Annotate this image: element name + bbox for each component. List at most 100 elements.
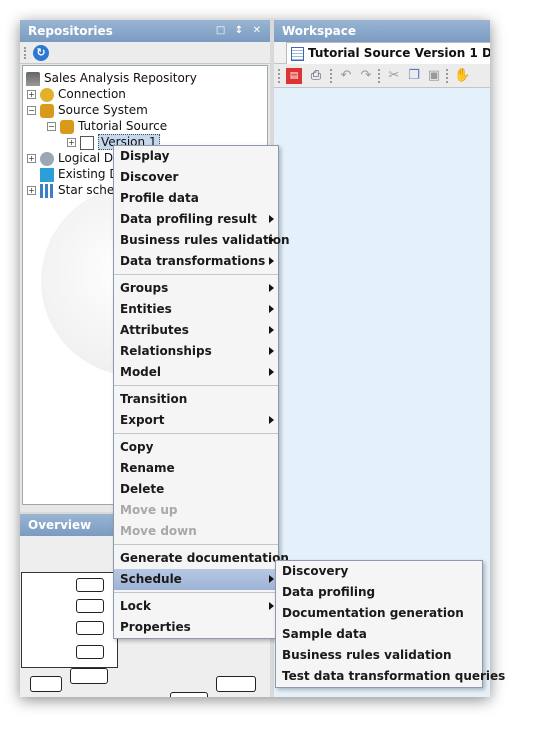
refresh-icon[interactable]: ↻ xyxy=(33,45,49,61)
menu-item-generate-documentation[interactable]: Generate documentation xyxy=(114,548,289,569)
tree-item-source-system[interactable]: − Source System xyxy=(27,102,148,118)
workspace-header: Workspace xyxy=(274,20,490,42)
print-icon[interactable]: ⎙ xyxy=(308,68,324,84)
overview-viewport-frame[interactable] xyxy=(21,572,118,668)
tree-item-star-schema[interactable]: + Star sche xyxy=(27,182,114,198)
workspace-tabbar: Tutorial Source Version 1 Di xyxy=(274,42,490,64)
bank-icon xyxy=(26,71,40,86)
menu-item-label: Discovery xyxy=(282,564,349,578)
menu-item-relationships[interactable]: Relationships xyxy=(114,341,278,362)
expand-icon[interactable]: + xyxy=(67,138,76,147)
menu-item-label: Data profiling xyxy=(282,585,376,599)
source-system-icon xyxy=(40,103,54,118)
logical-icon xyxy=(40,151,54,166)
submenu-arrow-icon xyxy=(269,602,274,610)
menu-item-properties[interactable]: Properties xyxy=(114,617,278,638)
workspace-toolbar: ▤ ⎙ ↶ ↷ ✂ ❐ ▣ ✋ xyxy=(274,64,490,88)
menu-item-schedule[interactable]: Schedule xyxy=(114,569,278,590)
toolbar-grip[interactable] xyxy=(24,47,26,59)
menu-item-display[interactable]: Display xyxy=(114,146,278,167)
tree-item-label: Existing D xyxy=(58,167,119,181)
tree-item-tutorial-source[interactable]: − Tutorial Source xyxy=(47,118,167,134)
hand-icon[interactable]: ✋ xyxy=(454,68,470,84)
menu-item-label: Display xyxy=(120,149,170,163)
menu-item-move-down: Move down xyxy=(114,521,278,542)
tree-item-label: Star sche xyxy=(58,183,115,197)
panel-window-buttons[interactable]: □ ↕ ✕ xyxy=(216,20,264,42)
menu-item-attributes[interactable]: Attributes xyxy=(114,320,278,341)
submenu-arrow-icon xyxy=(269,257,274,265)
tree-item-connection[interactable]: + Connection xyxy=(27,86,126,102)
menu-item-label: Entities xyxy=(120,302,172,316)
repositories-header: Repositories □ ↕ ✕ xyxy=(20,20,270,42)
menu-item-discovery[interactable]: Discovery xyxy=(276,561,482,582)
diagram-box xyxy=(76,599,104,613)
menu-item-label: Properties xyxy=(120,620,191,634)
menu-item-label: Relationships xyxy=(120,344,212,358)
copy-icon[interactable]: ❐ xyxy=(406,68,422,84)
menu-item-label: Copy xyxy=(120,440,154,454)
menu-item-profile-data[interactable]: Profile data xyxy=(114,188,278,209)
collapse-icon[interactable]: − xyxy=(47,122,56,131)
submenu-arrow-icon xyxy=(269,284,274,292)
menu-item-business-rules-validation[interactable]: Business rules validation xyxy=(114,230,290,251)
tree-item-existing[interactable]: Existing D xyxy=(40,166,119,182)
menu-item-label: Lock xyxy=(120,599,151,613)
cut-icon[interactable]: ✂ xyxy=(386,68,402,84)
submenu-arrow-icon xyxy=(269,215,274,223)
star-schema-icon xyxy=(40,183,54,198)
expand-icon[interactable]: + xyxy=(27,90,36,99)
tree-item-repository[interactable]: Sales Analysis Repository xyxy=(26,70,197,86)
schedule-submenu: Discovery Data profiling Documentation gen… xyxy=(275,560,505,688)
menu-item-label: Business rules validation xyxy=(282,648,452,662)
menu-item-label: Model xyxy=(120,365,162,379)
pdf-export-icon[interactable]: ▤ xyxy=(286,68,302,84)
menu-item-data-profiling[interactable]: Data profiling xyxy=(276,582,482,603)
expand-icon[interactable]: + xyxy=(27,186,36,195)
version-icon xyxy=(80,135,94,150)
diagram-box xyxy=(76,621,104,635)
menu-item-label: Data profiling result xyxy=(120,212,257,226)
menu-item-label: Move up xyxy=(120,503,178,517)
submenu-arrow-icon xyxy=(269,326,274,334)
menu-item-documentation-generation[interactable]: Documentation generation xyxy=(276,603,482,624)
undo-icon[interactable]: ↶ xyxy=(338,68,354,84)
menu-item-label: Documentation generation xyxy=(282,606,464,620)
tab-tutorial-source-diagram[interactable]: Tutorial Source Version 1 Di xyxy=(286,42,490,64)
menu-item-sample-data[interactable]: Sample data xyxy=(276,624,482,645)
submenu-arrow-icon xyxy=(269,347,274,355)
tab-label: Tutorial Source Version 1 Di xyxy=(308,46,490,60)
menu-item-test-data-transformation-queries[interactable]: Test data transformation queries xyxy=(276,666,505,687)
toolbar-grip xyxy=(278,69,280,83)
menu-item-label: Groups xyxy=(120,281,169,295)
menu-item-groups[interactable]: Groups xyxy=(114,278,278,299)
paste-icon[interactable]: ▣ xyxy=(426,68,442,84)
context-menu: Display Discover Profile data Data profilin… xyxy=(113,145,290,639)
menu-item-rename[interactable]: Rename xyxy=(114,458,278,479)
submenu-arrow-icon xyxy=(269,575,274,583)
menu-item-business-rules-validation[interactable]: Business rules validation xyxy=(276,645,482,666)
menu-item-entities[interactable]: Entities xyxy=(114,299,278,320)
connection-icon xyxy=(40,87,54,102)
menu-item-lock[interactable]: Lock xyxy=(114,596,278,617)
tree-item-label: Connection xyxy=(58,87,126,101)
collapse-icon[interactable]: − xyxy=(27,106,36,115)
repositories-title: Repositories xyxy=(28,24,113,38)
menu-item-copy[interactable]: Copy xyxy=(114,437,278,458)
toolbar-separator xyxy=(378,69,380,83)
menu-item-label: Generate documentation xyxy=(120,551,289,565)
repositories-toolbar: ↻ xyxy=(20,42,270,64)
menu-item-discover[interactable]: Discover xyxy=(114,167,278,188)
tree-item-logical[interactable]: + Logical D xyxy=(27,150,113,166)
expand-icon[interactable]: + xyxy=(27,154,36,163)
menu-item-label: Schedule xyxy=(120,572,182,586)
menu-item-data-transformations[interactable]: Data transformations xyxy=(114,251,278,272)
diagram-box xyxy=(30,676,62,692)
overview-title: Overview xyxy=(28,518,92,532)
menu-item-data-profiling-result[interactable]: Data profiling result xyxy=(114,209,278,230)
menu-item-model[interactable]: Model xyxy=(114,362,278,383)
redo-icon[interactable]: ↷ xyxy=(358,68,374,84)
menu-item-transition[interactable]: Transition xyxy=(114,389,278,410)
menu-item-export[interactable]: Export xyxy=(114,410,278,431)
menu-item-delete[interactable]: Delete xyxy=(114,479,278,500)
